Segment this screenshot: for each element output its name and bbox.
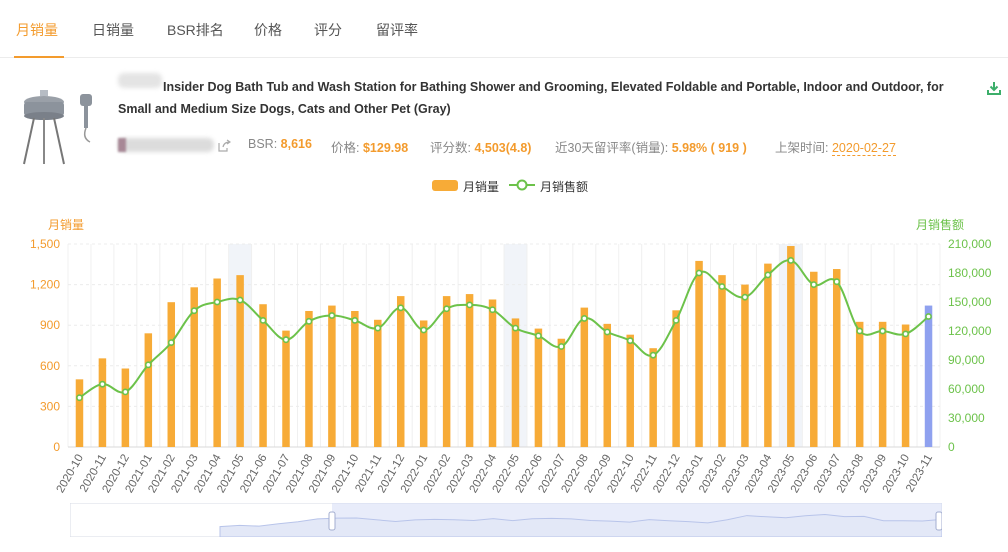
bar-monthly-sales — [167, 302, 176, 447]
bar-monthly-sales — [98, 358, 107, 447]
point-monthly-revenue — [741, 293, 749, 301]
right-axis-tick-label: 120,000 — [948, 324, 992, 338]
point-monthly-revenue — [856, 327, 864, 335]
point-monthly-revenue — [649, 351, 657, 359]
point-monthly-revenue — [718, 283, 726, 290]
bar-monthly-sales — [144, 333, 153, 447]
bar-monthly-sales — [878, 321, 887, 447]
bar-monthly-sales — [924, 305, 933, 447]
bar-monthly-sales — [121, 368, 130, 447]
bar-monthly-sales — [328, 305, 336, 447]
bar-monthly-sales — [741, 284, 749, 447]
point-monthly-revenue — [351, 316, 359, 324]
bar-monthly-sales — [259, 304, 267, 447]
bar-monthly-sales — [488, 299, 497, 447]
bar-monthly-sales — [465, 294, 474, 447]
bar-monthly-sales — [901, 324, 910, 447]
sales-chart: 0 300 600 900 1,200 1,500 0 30,000 60,000 90,000 1… — [30, 237, 992, 495]
bar-monthly-sales — [282, 330, 290, 447]
bar-monthly-sales — [832, 269, 841, 447]
bar-monthly-sales — [374, 319, 382, 447]
left-axis-tick-label: 1,200 — [30, 278, 60, 292]
point-monthly-revenue — [374, 324, 382, 332]
point-monthly-revenue — [190, 307, 198, 315]
point-monthly-revenue — [99, 380, 106, 388]
point-monthly-revenue — [512, 324, 519, 332]
bar-monthly-sales — [75, 379, 84, 447]
right-axis-tick-label: 180,000 — [948, 266, 992, 280]
right-axis-tick-label: 60,000 — [948, 382, 985, 396]
left-axis-tick-label: 900 — [40, 318, 60, 332]
bar-monthly-sales — [305, 310, 313, 447]
point-monthly-revenue — [328, 312, 336, 319]
point-monthly-revenue — [236, 296, 244, 304]
left-axis-tick-label: 300 — [40, 399, 60, 413]
point-monthly-revenue — [902, 330, 909, 338]
bar-monthly-sales — [557, 338, 566, 447]
point-monthly-revenue — [764, 271, 772, 279]
point-monthly-revenue — [420, 326, 428, 334]
data-zoom-slider[interactable] — [70, 503, 942, 537]
point-monthly-revenue — [305, 317, 313, 325]
point-monthly-revenue — [144, 361, 152, 369]
zoom-handle-right[interactable] — [935, 511, 942, 531]
left-axis-tick-label: 0 — [53, 440, 60, 454]
point-monthly-revenue — [443, 305, 451, 313]
bar-monthly-sales — [603, 323, 612, 447]
bar-monthly-sales — [351, 310, 359, 447]
point-monthly-revenue — [76, 394, 83, 402]
bar-monthly-sales — [649, 348, 657, 447]
point-monthly-revenue — [466, 301, 473, 309]
point-monthly-revenue — [810, 281, 818, 288]
bar-monthly-sales — [419, 320, 428, 447]
bar-monthly-sales — [718, 275, 726, 447]
bar-monthly-sales — [764, 263, 772, 447]
bar-monthly-sales — [511, 318, 520, 447]
point-monthly-revenue — [695, 269, 703, 277]
right-axis-tick-label: 0 — [948, 440, 955, 454]
right-axis-tick-label: 150,000 — [948, 295, 992, 309]
point-monthly-revenue — [787, 257, 795, 264]
point-monthly-revenue — [489, 306, 496, 314]
point-monthly-revenue — [580, 315, 588, 322]
left-axis-tick-label: 600 — [40, 359, 60, 373]
point-monthly-revenue — [626, 337, 634, 345]
point-monthly-revenue — [557, 343, 565, 350]
point-monthly-revenue — [833, 278, 841, 286]
bar-monthly-sales — [810, 271, 818, 447]
bar-monthly-sales — [855, 321, 864, 447]
bar-monthly-sales — [672, 310, 680, 447]
bar-monthly-sales — [787, 246, 795, 447]
zoom-handle-left[interactable] — [328, 511, 336, 531]
point-monthly-revenue — [603, 328, 611, 336]
bar-monthly-sales — [695, 260, 703, 447]
bar-monthly-sales — [534, 328, 543, 447]
point-monthly-revenue — [213, 298, 221, 306]
point-monthly-revenue — [121, 388, 129, 396]
point-monthly-revenue — [925, 313, 932, 320]
bar-monthly-sales — [396, 296, 405, 447]
right-axis-tick-label: 210,000 — [948, 237, 992, 251]
left-axis-tick-label: 1,500 — [30, 237, 60, 251]
right-axis-tick-label: 30,000 — [948, 411, 985, 425]
point-monthly-revenue — [397, 304, 405, 312]
point-monthly-revenue — [879, 327, 887, 335]
bar-monthly-sales — [580, 307, 589, 447]
point-monthly-revenue — [672, 316, 680, 324]
point-monthly-revenue — [259, 316, 267, 324]
point-monthly-revenue — [167, 339, 175, 346]
bar-monthly-sales — [442, 296, 451, 447]
right-axis-tick-label: 90,000 — [948, 353, 985, 367]
bar-monthly-sales — [626, 334, 634, 447]
point-monthly-revenue — [282, 336, 290, 344]
point-monthly-revenue — [535, 332, 542, 340]
